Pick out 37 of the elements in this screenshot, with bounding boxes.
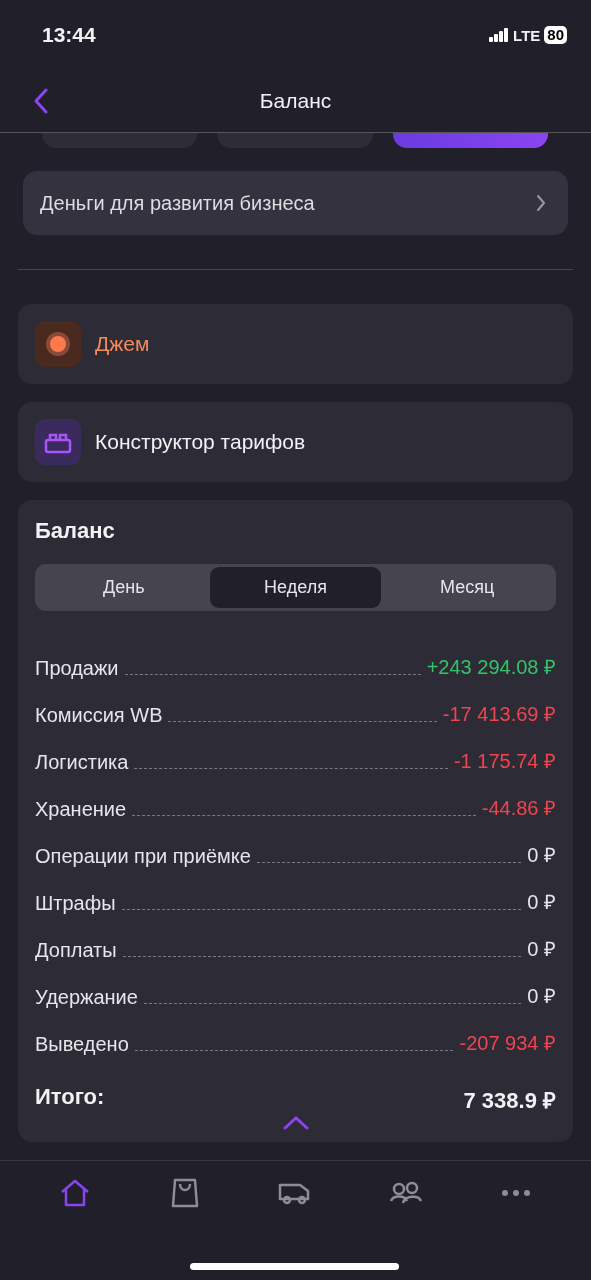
row-label: Операции при приёмке [35,845,251,868]
row-label: Продажи [35,657,119,680]
card-title: Баланс [35,518,115,544]
clock: 13:44 [42,23,96,47]
row-amount: 0 ₽ [527,843,556,868]
signal-icon [489,28,510,42]
row-label: Удержание [35,986,138,1009]
row-amount: -1 175.74 ₽ [453,749,556,774]
battery-level: 80 [544,26,567,44]
service-item[interactable]: Конструктор тарифов [18,402,573,482]
chevron-up-icon [282,1116,309,1130]
row-label: Логистика [35,751,129,774]
row-amount: 0 ₽ [527,890,556,915]
row-amount: -44.86 ₽ [481,796,556,821]
total-value: 7 338.9 ₽ [463,1087,556,1114]
row-amount: 0 ₽ [527,984,556,1009]
screen-title: Баланс [259,89,332,113]
row-amount: -207 934 ₽ [459,1031,556,1056]
service-item[interactable]: Джем [18,304,573,384]
network-label: LTE [513,26,541,44]
row-amount: -17 413.69 ₽ [442,702,556,727]
jam-icon [44,330,72,358]
row-label: Хранение [35,798,127,821]
row-label: Комиссия WB [35,704,163,727]
period-tab[interactable]: Месяц [381,567,553,608]
row-amount: +243 294.08 ₽ [426,655,556,680]
promo-link[interactable]: Деньги для развития бизнеса [23,171,568,235]
chevron-right-icon [536,194,546,212]
row-label: Штрафы [35,892,116,915]
filter-chip[interactable] [392,133,548,148]
row-amount: 0 ₽ [527,937,556,962]
row-label: Выведено [35,1033,129,1056]
period-tab[interactable]: День [38,567,210,608]
row-label: Доплаты [35,939,117,962]
total-label: Итого: [35,1084,105,1111]
period-tab[interactable]: Неделя [209,567,382,608]
back-icon [34,88,48,114]
